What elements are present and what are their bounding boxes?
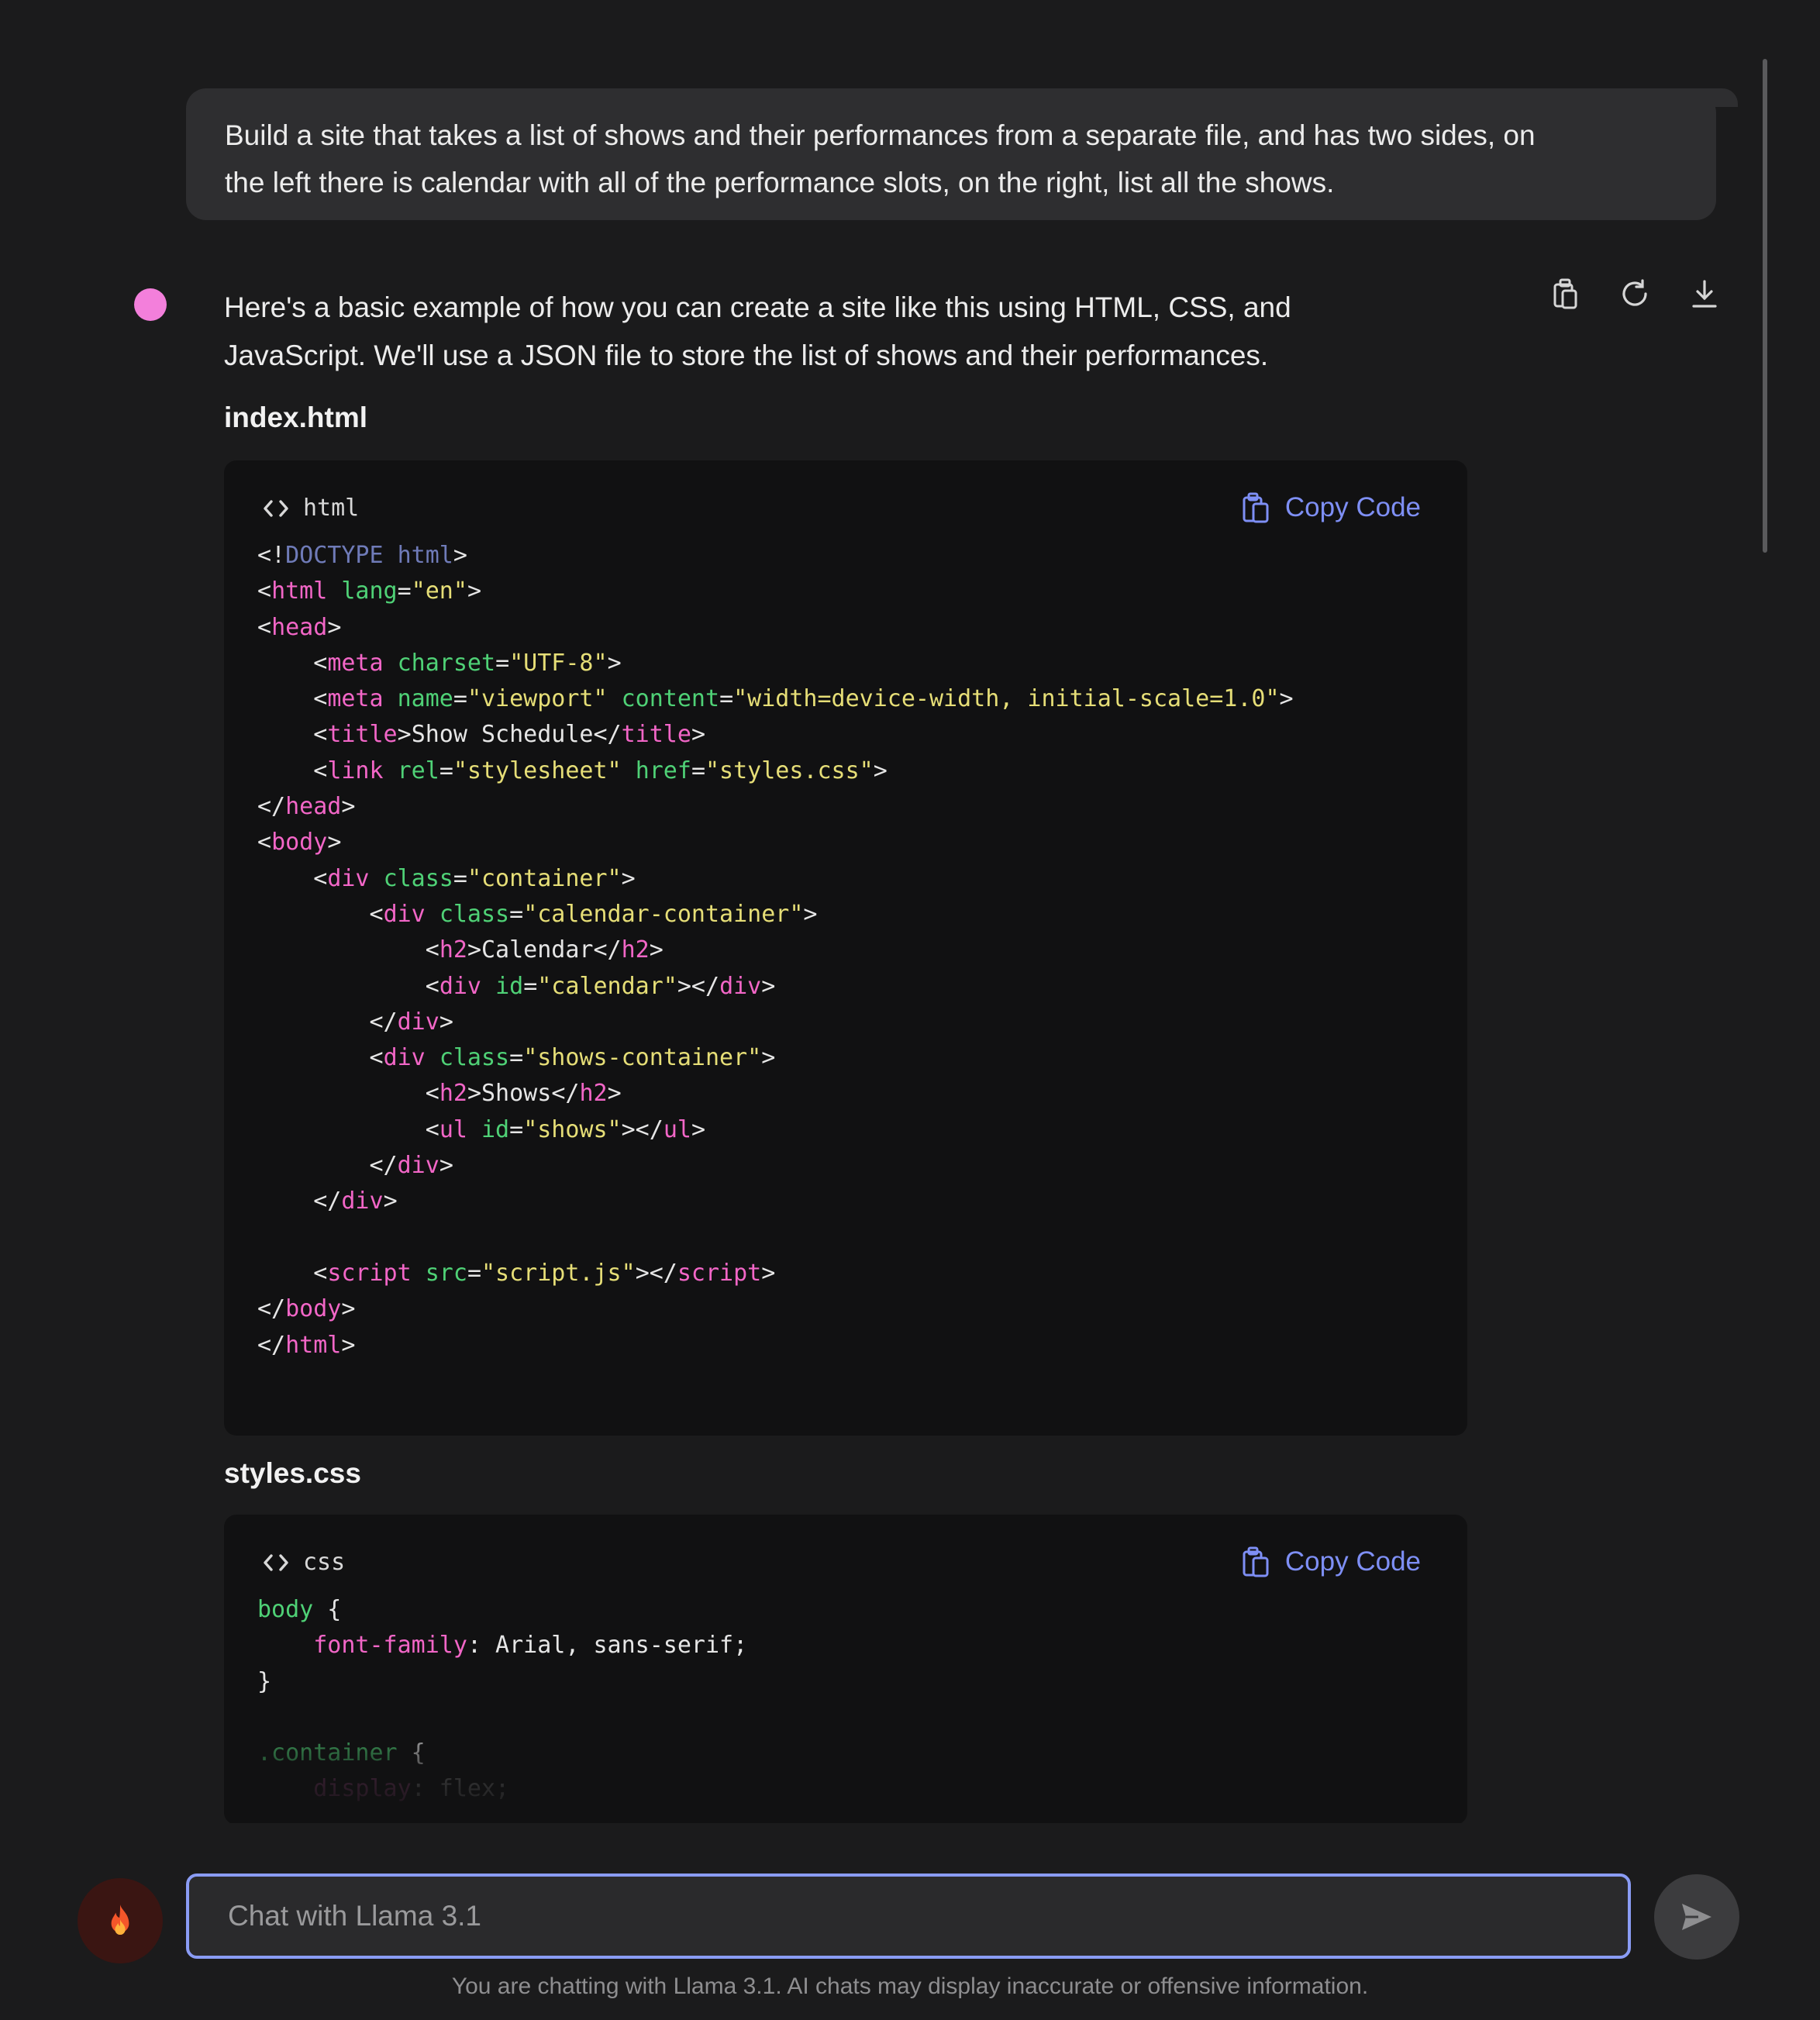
code-brackets-icon [264,499,288,517]
intro-line: Here's a basic example of how you can cr… [224,291,1291,323]
code-header: css Copy Code [224,1515,1467,1592]
code-brackets-icon [264,1553,288,1571]
download-icon[interactable] [1687,276,1722,312]
intro-line: JavaScript. We'll use a JSON file to sto… [224,340,1269,371]
clipboard-icon [1243,1546,1269,1577]
language-name: html [303,495,360,522]
chat-page: Build a site that takes a list of shows … [0,0,1820,2020]
scrollbar[interactable] [1763,59,1767,553]
send-icon [1682,1904,1711,1930]
copy-code-label: Copy Code [1284,1546,1421,1577]
user-message-bubble: Build a site that takes a list of shows … [186,88,1738,220]
code-block-css: css Copy Code body { font-family: Arial,… [224,1515,1467,1825]
assistant-intro: Here's a basic example of how you can cr… [224,284,1480,380]
user-message-line: the left there is calendar with all of t… [225,167,1335,198]
copy-code-button[interactable]: Copy Code [1242,1546,1421,1578]
copy-icon[interactable] [1547,276,1583,312]
chat-input[interactable] [186,1873,1631,1959]
copy-code-label: Copy Code [1284,492,1421,522]
user-message-line: Build a site that takes a list of shows … [225,119,1536,151]
disclaimer-text: You are chatting with Llama 3.1. AI chat… [451,1973,1369,1999]
language-label: html [263,495,359,522]
fire-icon[interactable] [78,1878,163,1963]
language-name: css [303,1549,346,1576]
copy-code-button[interactable]: Copy Code [1242,491,1421,524]
file-title-html: index.html [224,402,368,433]
code-content-html: <!DOCTYPE html> <html lang="en"> <head> … [257,542,1294,1359]
code-block-html: html Copy Code <!DOCTYPE html> <html lan… [224,460,1467,1436]
regenerate-icon[interactable] [1617,276,1653,312]
language-label: css [263,1549,345,1576]
file-title-css: styles.css [224,1457,361,1489]
send-button[interactable] [1654,1874,1739,1960]
clipboard-icon [1243,492,1269,523]
code-header: html Copy Code [224,460,1467,538]
message-actions [1547,276,1722,312]
assistant-avatar [134,288,167,321]
